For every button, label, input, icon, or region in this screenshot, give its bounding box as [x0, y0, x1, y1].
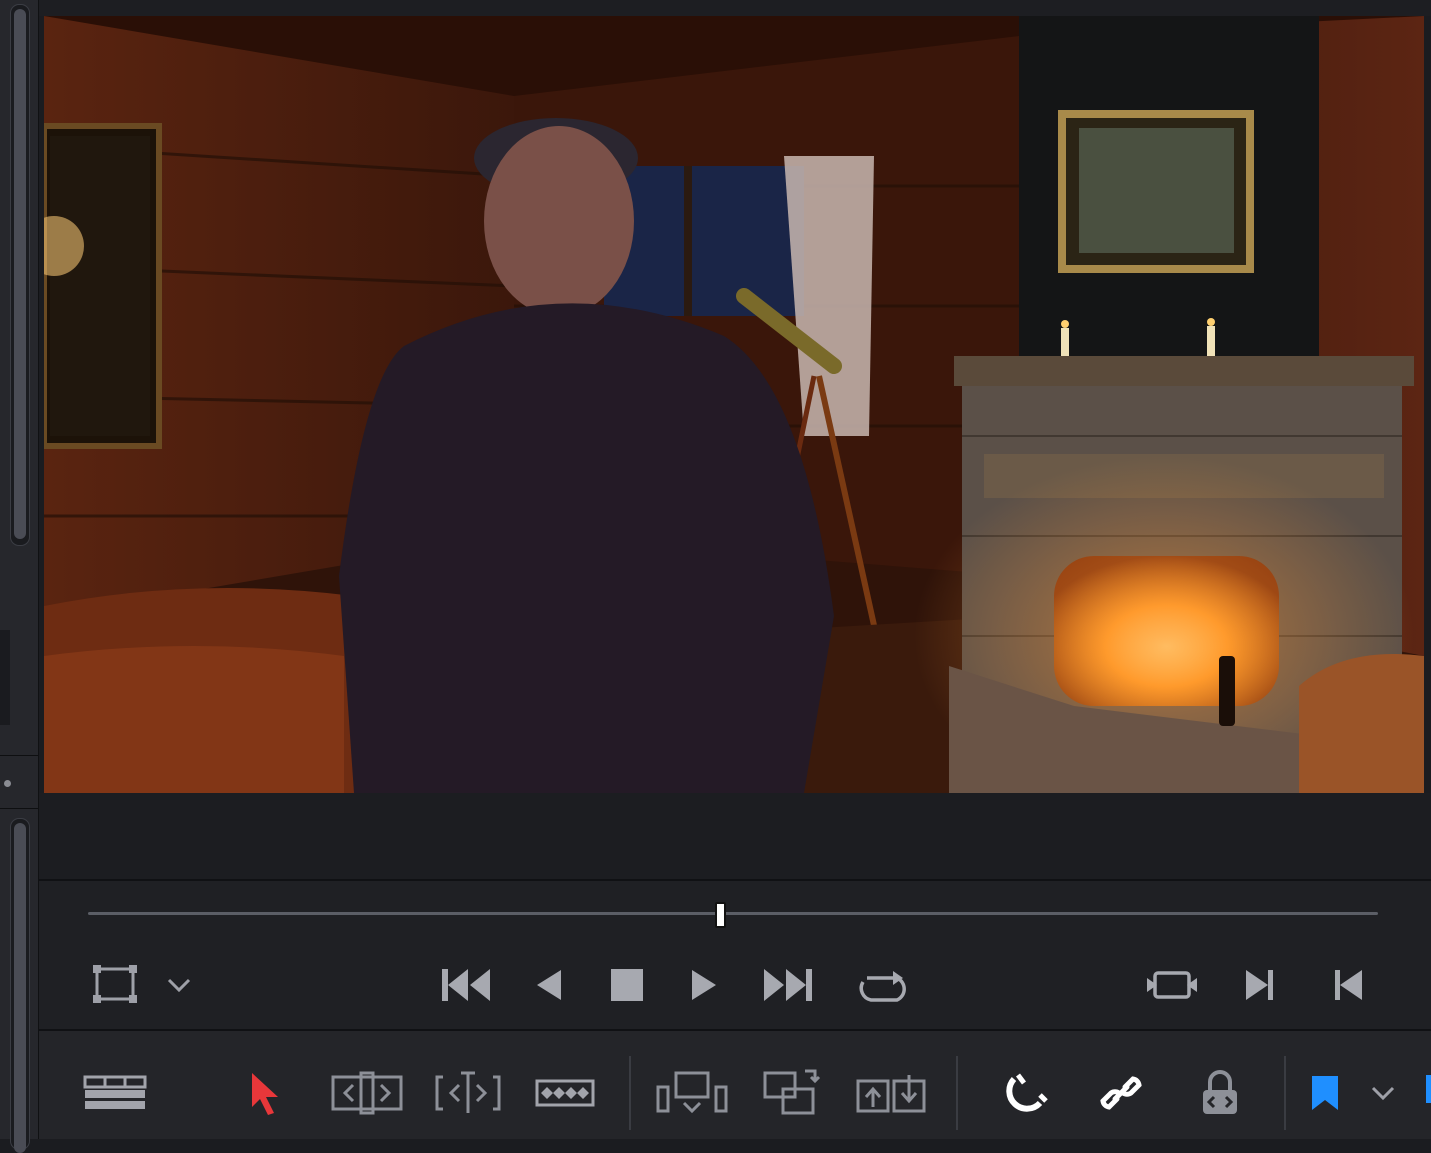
transport-controls	[39, 881, 1431, 1029]
lower-scrollbar-thumb[interactable]	[14, 823, 26, 1153]
viewer-mode-button[interactable]	[87, 963, 143, 1007]
upper-scrollbar[interactable]	[10, 4, 30, 546]
toolbar-divider-2	[956, 1056, 958, 1130]
trim-edit-icon	[331, 1071, 403, 1115]
chevron-down-icon	[1371, 1086, 1395, 1101]
position-lock-toggle[interactable]	[1184, 1065, 1256, 1121]
match-frame-icon	[1147, 971, 1197, 999]
timeline-layout-icon	[83, 1075, 147, 1109]
overwrite-clip-icon	[763, 1069, 821, 1115]
play-reverse-button[interactable]	[520, 963, 576, 1007]
left-divider-lower	[0, 808, 38, 809]
flag-icon	[1312, 1076, 1338, 1110]
dynamic-trim-mode-tool[interactable]	[432, 1065, 504, 1121]
upper-scrollbar-thumb[interactable]	[14, 9, 26, 539]
viewer-top-bar	[39, 0, 1431, 16]
toolbar-divider-1	[629, 1056, 631, 1130]
viewer-mode-dropdown[interactable]	[151, 963, 207, 1007]
go-to-start-button[interactable]	[438, 963, 494, 1007]
timeline-toolbar	[39, 1031, 1431, 1139]
overwrite-clip-tool[interactable]	[756, 1065, 828, 1121]
next-edit-icon	[1246, 970, 1273, 1000]
stop-icon	[611, 969, 643, 1001]
skip-to-end-icon	[764, 969, 812, 1001]
left-panel-block	[0, 630, 10, 725]
skip-to-start-icon	[442, 969, 490, 1001]
chevron-down-icon	[167, 978, 191, 993]
previous-edit-button[interactable]	[1320, 963, 1376, 1007]
lower-scrollbar[interactable]	[10, 818, 30, 1153]
image-icon	[44, 16, 1424, 793]
left-divider	[0, 755, 38, 756]
magnet-icon	[1006, 1073, 1048, 1112]
loop-button[interactable]	[856, 963, 912, 1007]
play-reverse-icon	[537, 970, 561, 1000]
replace-clip-icon	[856, 1075, 926, 1113]
link-icon	[1100, 1076, 1142, 1110]
stop-button[interactable]	[599, 963, 655, 1007]
previous-edit-icon	[1335, 970, 1362, 1000]
resize-handle-dot[interactable]	[4, 780, 11, 787]
play-button[interactable]	[677, 963, 733, 1007]
loop-icon	[859, 971, 906, 1002]
arrow-pointer-icon	[252, 1073, 278, 1115]
blade-icon	[535, 1079, 595, 1107]
scrubber-track[interactable]	[88, 912, 1378, 915]
toolbar-divider-3	[1284, 1056, 1286, 1130]
insert-clip-icon	[656, 1071, 728, 1114]
insert-clip-tool[interactable]	[656, 1065, 728, 1121]
selection-mode-tool[interactable]	[229, 1065, 301, 1121]
go-to-end-button[interactable]	[760, 963, 816, 1007]
snapping-toggle[interactable]	[989, 1065, 1061, 1121]
dynamic-trim-icon	[435, 1071, 501, 1113]
replace-clip-tool[interactable]	[856, 1065, 928, 1121]
flag-button[interactable]	[1295, 1065, 1355, 1121]
linked-selection-toggle[interactable]	[1085, 1065, 1157, 1121]
next-edit-button[interactable]	[1232, 963, 1288, 1007]
left-panel-strip	[0, 0, 39, 1153]
flag-dropdown[interactable]	[1355, 1065, 1411, 1121]
play-icon	[692, 970, 716, 1000]
viewer-bottom-bar	[39, 793, 1431, 879]
video-preview-frame[interactable]	[44, 16, 1424, 793]
match-frame-button[interactable]	[1144, 963, 1200, 1007]
lock-icon	[1203, 1070, 1237, 1114]
trim-edit-mode-tool[interactable]	[331, 1065, 403, 1121]
frame-rectangle-icon	[93, 965, 137, 1003]
timeline-view-options[interactable]	[79, 1065, 151, 1121]
blade-edit-mode-tool[interactable]	[529, 1065, 601, 1121]
playhead-handle[interactable]	[714, 902, 726, 928]
next-flag-color-sliver[interactable]	[1426, 1075, 1431, 1103]
